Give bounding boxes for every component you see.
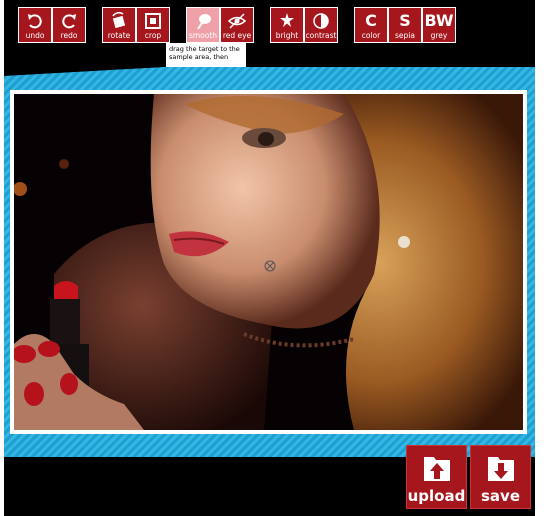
rotate-icon bbox=[110, 11, 128, 31]
red-eye-button[interactable]: red eye bbox=[221, 8, 253, 42]
color-letter: C bbox=[365, 11, 377, 30]
sepia-button[interactable]: S sepia bbox=[389, 8, 421, 42]
filters-toolbar: C color S sepia BW grey bbox=[354, 7, 456, 43]
color-button[interactable]: C color bbox=[355, 8, 387, 42]
history-toolbar: undo redo bbox=[18, 7, 86, 43]
stage-divider bbox=[4, 67, 535, 77]
crop-label: crop bbox=[144, 31, 162, 40]
undo-icon bbox=[26, 11, 44, 31]
grey-letter: BW bbox=[424, 11, 454, 30]
red-eye-icon bbox=[227, 11, 247, 31]
bright-button[interactable]: bright bbox=[271, 8, 303, 42]
smooth-label: smooth bbox=[188, 31, 218, 40]
smooth-button[interactable]: smooth bbox=[187, 8, 219, 42]
brightness-icon bbox=[278, 11, 296, 31]
crop-button[interactable]: crop bbox=[137, 8, 169, 42]
photo-editor: undo redo rotate crop smooth red eye bri… bbox=[4, 0, 535, 516]
red-eye-label: red eye bbox=[222, 31, 252, 40]
undo-label: undo bbox=[25, 31, 45, 40]
photo-canvas[interactable] bbox=[14, 94, 523, 430]
color-label: color bbox=[361, 31, 381, 40]
grey-button[interactable]: BW grey bbox=[423, 8, 455, 42]
sepia-label: sepia bbox=[395, 31, 415, 40]
rotate-label: rotate bbox=[107, 31, 131, 40]
tooltip: drag the target to the sample area, then bbox=[166, 43, 246, 67]
adjust-toolbar: bright contrast bbox=[270, 7, 338, 43]
upload-button[interactable]: upload bbox=[406, 445, 467, 509]
contrast-label: contrast bbox=[305, 31, 337, 40]
grey-label: grey bbox=[430, 31, 448, 40]
action-bar: upload save bbox=[406, 445, 531, 509]
upload-label: upload bbox=[407, 487, 466, 505]
bright-label: bright bbox=[275, 31, 299, 40]
redo-button[interactable]: redo bbox=[53, 8, 85, 42]
crop-icon bbox=[144, 11, 162, 31]
upload-icon bbox=[422, 449, 452, 487]
save-button[interactable]: save bbox=[470, 445, 531, 509]
contrast-icon bbox=[312, 11, 330, 31]
retouch-toolbar: smooth red eye bbox=[186, 7, 254, 43]
undo-button[interactable]: undo bbox=[19, 8, 51, 42]
smooth-brush-icon bbox=[194, 11, 212, 31]
transform-toolbar: rotate crop bbox=[102, 7, 170, 43]
contrast-button[interactable]: contrast bbox=[305, 8, 337, 42]
redo-label: redo bbox=[60, 31, 78, 40]
photo-frame bbox=[10, 90, 527, 434]
redo-icon bbox=[60, 11, 78, 31]
rotate-button[interactable]: rotate bbox=[103, 8, 135, 42]
save-icon bbox=[486, 449, 516, 487]
save-label: save bbox=[480, 487, 520, 505]
canvas-area bbox=[4, 67, 535, 457]
sepia-letter: S bbox=[399, 11, 411, 30]
